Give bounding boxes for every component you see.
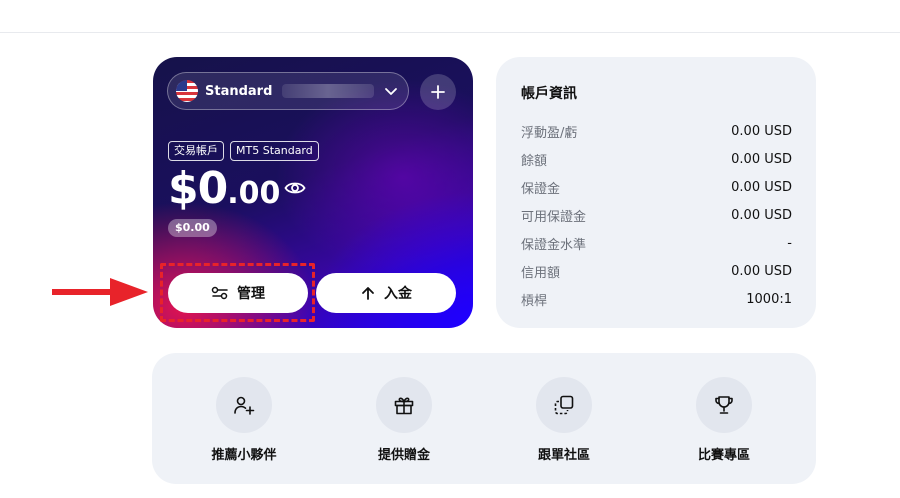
account-tags: 交易帳戶 MT5 Standard [168,141,319,161]
info-label: 保證金 [521,181,561,197]
top-divider [0,32,900,33]
shortcut-copy-trading[interactable]: 跟單社區 [509,377,619,463]
add-account-button[interactable] [420,74,456,110]
info-title: 帳戶資訊 [521,86,577,102]
account-name: Standard [205,83,273,99]
info-label: 保證金水準 [521,237,587,253]
info-value: 0.00 USD [731,207,792,223]
info-row: 槓桿 1000:1 [521,285,792,313]
shortcut-refer-friends[interactable]: 推薦小夥伴 [189,377,299,463]
us-flag-icon [176,80,198,102]
arrow-up-icon [362,287,374,300]
account-type-tag: 交易帳戶 [168,141,224,161]
eye-icon[interactable] [284,180,306,196]
account-number-blurred [282,84,375,98]
chevron-down-icon [385,88,397,95]
red-arrow-icon [52,278,148,306]
info-row: 保證金水準 - [521,229,792,257]
info-label: 槓桿 [521,293,548,309]
info-label: 浮動盈/虧 [521,125,578,141]
plus-icon [431,85,445,99]
shortcut-bonus[interactable]: 提供贈金 [349,377,459,463]
info-value: 0.00 USD [731,263,792,279]
info-label: 餘額 [521,153,548,169]
sub-balance-badge: $0.00 [168,219,217,237]
balance: $0 .00 [168,163,280,214]
info-row: 可用保證金 0.00 USD [521,201,792,229]
info-row: 保證金 0.00 USD [521,173,792,201]
account-info-panel: 帳戶資訊 浮動盈/虧 0.00 USD 餘額 0.00 USD 保證金 0.00… [496,57,816,328]
balance-decimal: .00 [227,176,281,211]
shortcut-competition[interactable]: 比賽專區 [669,377,779,463]
platform-tag: MT5 Standard [230,141,319,161]
info-label: 信用額 [521,265,561,281]
info-label: 可用保證金 [521,209,587,225]
shortcut-label: 提供贈金 [377,448,430,463]
info-value: 0.00 USD [731,123,792,139]
info-value: 1000:1 [746,291,792,307]
shortcut-label: 比賽專區 [697,448,750,463]
info-row: 信用額 0.00 USD [521,257,792,285]
info-value: - [787,235,792,251]
info-rows: 浮動盈/虧 0.00 USD 餘額 0.00 USD 保證金 0.00 USD … [521,117,792,313]
shortcut-label: 跟單社區 [537,448,590,463]
deposit-button[interactable]: 入金 [316,273,456,313]
shortcut-label: 推薦小夥伴 [211,448,277,463]
manage-highlight-box [160,263,315,322]
trophy-icon [696,377,752,433]
copy-icon [536,377,592,433]
info-row: 浮動盈/虧 0.00 USD [521,117,792,145]
gift-icon [376,377,432,433]
balance-main: $0 [168,163,228,214]
user-plus-icon [216,377,272,433]
shortcuts-panel: 推薦小夥伴 提供贈金 跟單社區 比賽專區 [152,353,816,484]
deposit-label: 入金 [384,286,412,302]
info-value: 0.00 USD [731,179,792,195]
info-value: 0.00 USD [731,151,792,167]
account-selector[interactable]: Standard [167,72,409,110]
info-row: 餘額 0.00 USD [521,145,792,173]
